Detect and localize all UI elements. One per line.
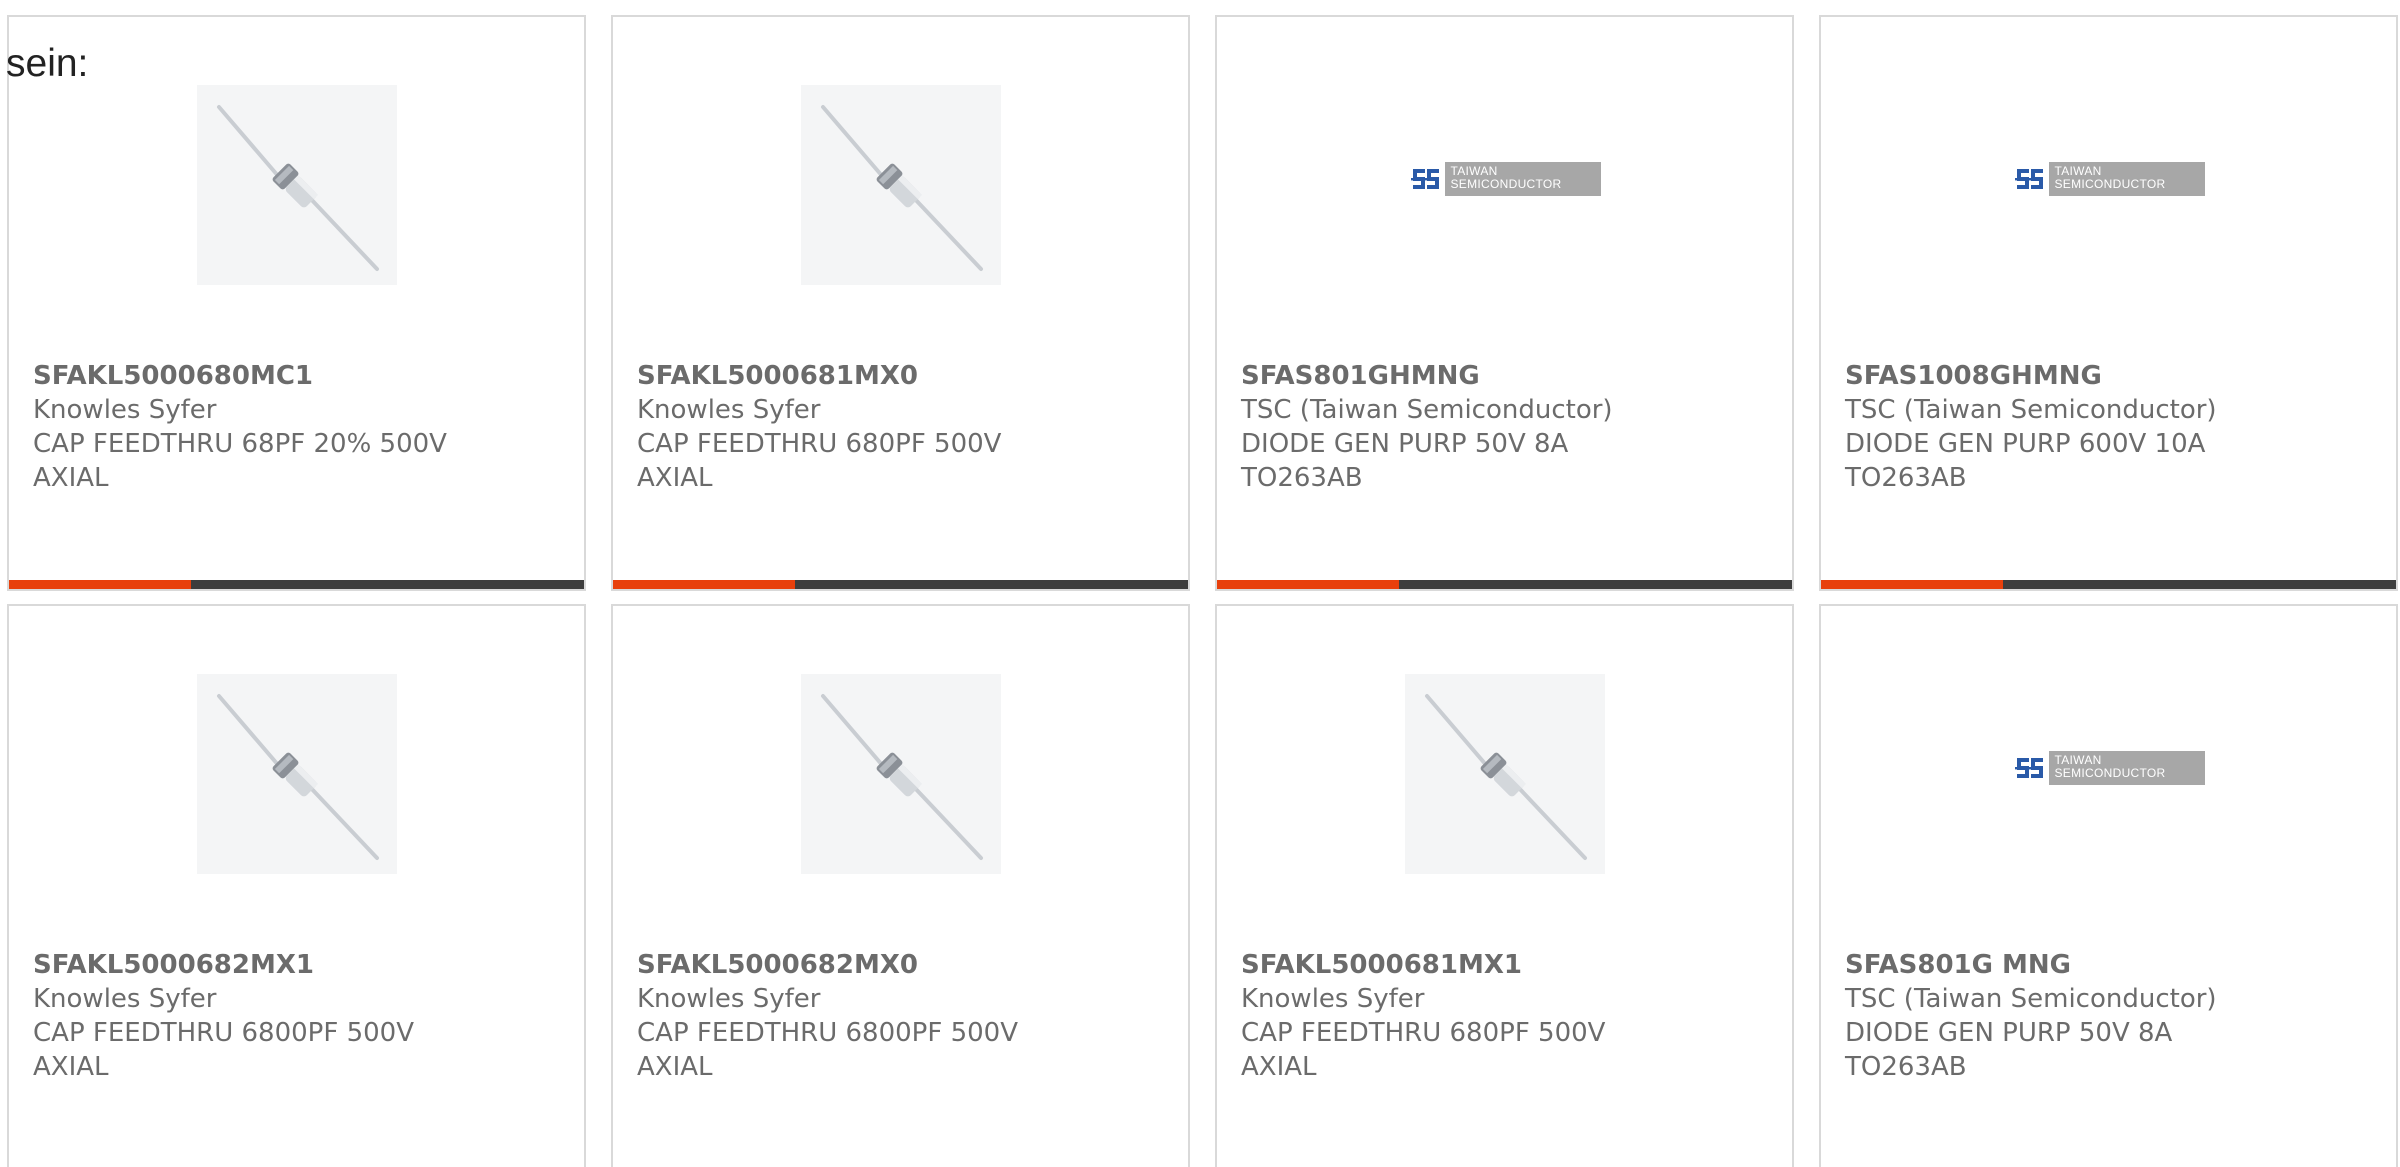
card-accent-bar [9,580,191,589]
description-line-1: CAP FEEDTHRU 68PF 20% 500V [33,429,447,459]
description-line-2: TO263AB [1845,1052,1967,1082]
product-info: SFAS801G MNG TSC (Taiwan Semiconductor) … [1845,948,2386,1084]
intro-text: sein: [6,42,89,85]
product-image[interactable] [613,674,1188,874]
description-line-1: CAP FEEDTHRU 680PF 500V [1241,1018,1606,1048]
product-card-5[interactable]: SFAKL5000682MX1 Knowles Syfer CAP FEEDTH… [7,604,586,1167]
tsc-logo-mark-icon [2012,752,2045,784]
tsc-logo-text: TAIWAN SEMICONDUCTOR [2048,751,2205,785]
manufacturer: TSC (Taiwan Semiconductor) [1241,395,1613,425]
tsc-logo: TAIWAN SEMICONDUCTOR [2012,751,2205,785]
description-line-2: TO263AB [1845,463,1967,493]
manufacturer: Knowles Syfer [637,984,821,1014]
manufacturer: Knowles Syfer [33,984,217,1014]
description-line-1: CAP FEEDTHRU 680PF 500V [637,429,1002,459]
description-line-2: TO263AB [1241,463,1363,493]
part-number[interactable]: SFAKL5000681MX0 [637,359,1178,393]
feedthru-capacitor-photo [196,674,397,874]
product-card-3[interactable]: TAIWAN SEMICONDUCTOR SFAS801GHMNG TSC (Ta… [1215,15,1794,591]
tsc-logo-text: TAIWAN SEMICONDUCTOR [1444,162,1601,196]
product-info: SFAKL5000681MX1 Knowles Syfer CAP FEEDTH… [1241,948,1782,1084]
tsc-logo-mark-icon [1408,163,1441,195]
card-bottom-bar [613,580,1188,589]
product-image[interactable]: TAIWAN SEMICONDUCTOR [1821,674,2396,874]
product-info: SFAS801GHMNG TSC (Taiwan Semiconductor) … [1241,359,1782,495]
description-line-2: AXIAL [33,463,109,493]
product-image[interactable] [613,85,1188,285]
product-info: SFAKL5000682MX0 Knowles Syfer CAP FEEDTH… [637,948,1178,1084]
description-line-2: AXIAL [1241,1052,1317,1082]
card-bottom-bar [1821,580,2396,589]
part-number[interactable]: SFAKL5000682MX0 [637,948,1178,982]
description-line-2: AXIAL [637,463,713,493]
logo-line-2: SEMICONDUCTOR [2054,766,2166,780]
description-line-1: DIODE GEN PURP 50V 8A [1241,429,1569,459]
description-line-1: DIODE GEN PURP 600V 10A [1845,429,2206,459]
product-grid: SFAKL5000680MC1 Knowles Syfer CAP FEEDTH… [7,15,2398,1167]
product-card-8[interactable]: TAIWAN SEMICONDUCTOR SFAS801G MNG TSC (Ta… [1819,604,2398,1167]
card-accent-bar [613,580,795,589]
description-line-1: CAP FEEDTHRU 6800PF 500V [637,1018,1018,1048]
description-line-2: AXIAL [637,1052,713,1082]
tsc-logo-text: TAIWAN SEMICONDUCTOR [2048,162,2205,196]
card-bottom-bar [9,580,584,589]
manufacturer: Knowles Syfer [637,395,821,425]
part-number[interactable]: SFAS801GHMNG [1241,359,1782,393]
product-info: SFAKL5000682MX1 Knowles Syfer CAP FEEDTH… [33,948,574,1084]
description-line-1: DIODE GEN PURP 50V 8A [1845,1018,2173,1048]
feedthru-capacitor-photo [1404,674,1605,874]
part-number[interactable]: SFAS1008GHMNG [1845,359,2386,393]
card-bottom-bar [1217,580,1792,589]
product-image[interactable]: TAIWAN SEMICONDUCTOR [1217,85,1792,285]
product-info: SFAKL5000681MX0 Knowles Syfer CAP FEEDTH… [637,359,1178,495]
product-card-4[interactable]: TAIWAN SEMICONDUCTOR SFAS1008GHMNG TSC (T… [1819,15,2398,591]
product-info: SFAKL5000680MC1 Knowles Syfer CAP FEEDTH… [33,359,574,495]
card-accent-bar [1217,580,1399,589]
product-image[interactable] [1217,674,1792,874]
tsc-logo-mark-icon [2012,163,2045,195]
part-number[interactable]: SFAKL5000681MX1 [1241,948,1782,982]
logo-line-2: SEMICONDUCTOR [2054,177,2166,191]
product-card-1[interactable]: SFAKL5000680MC1 Knowles Syfer CAP FEEDTH… [7,15,586,591]
part-number[interactable]: SFAKL5000682MX1 [33,948,574,982]
tsc-logo: TAIWAN SEMICONDUCTOR [1408,162,1601,196]
description-line-1: CAP FEEDTHRU 6800PF 500V [33,1018,414,1048]
feedthru-capacitor-photo [196,85,397,285]
product-info: SFAS1008GHMNG TSC (Taiwan Semiconductor)… [1845,359,2386,495]
product-image[interactable]: TAIWAN SEMICONDUCTOR [1821,85,2396,285]
product-card-6[interactable]: SFAKL5000682MX0 Knowles Syfer CAP FEEDTH… [611,604,1190,1167]
manufacturer: TSC (Taiwan Semiconductor) [1845,395,2217,425]
product-image[interactable] [9,85,584,285]
page: sein: SFAKL5000680MC1 Knowles Syfer CAP … [0,0,2400,1167]
product-card-7[interactable]: SFAKL5000681MX1 Knowles Syfer CAP FEEDTH… [1215,604,1794,1167]
part-number[interactable]: SFAS801G MNG [1845,948,2386,982]
tsc-logo: TAIWAN SEMICONDUCTOR [2012,162,2205,196]
manufacturer: Knowles Syfer [1241,984,1425,1014]
product-image[interactable] [9,674,584,874]
logo-line-2: SEMICONDUCTOR [1450,177,1562,191]
feedthru-capacitor-photo [800,674,1001,874]
feedthru-capacitor-photo [800,85,1001,285]
card-accent-bar [1821,580,2003,589]
manufacturer: TSC (Taiwan Semiconductor) [1845,984,2217,1014]
manufacturer: Knowles Syfer [33,395,217,425]
part-number[interactable]: SFAKL5000680MC1 [33,359,574,393]
product-card-2[interactable]: SFAKL5000681MX0 Knowles Syfer CAP FEEDTH… [611,15,1190,591]
description-line-2: AXIAL [33,1052,109,1082]
